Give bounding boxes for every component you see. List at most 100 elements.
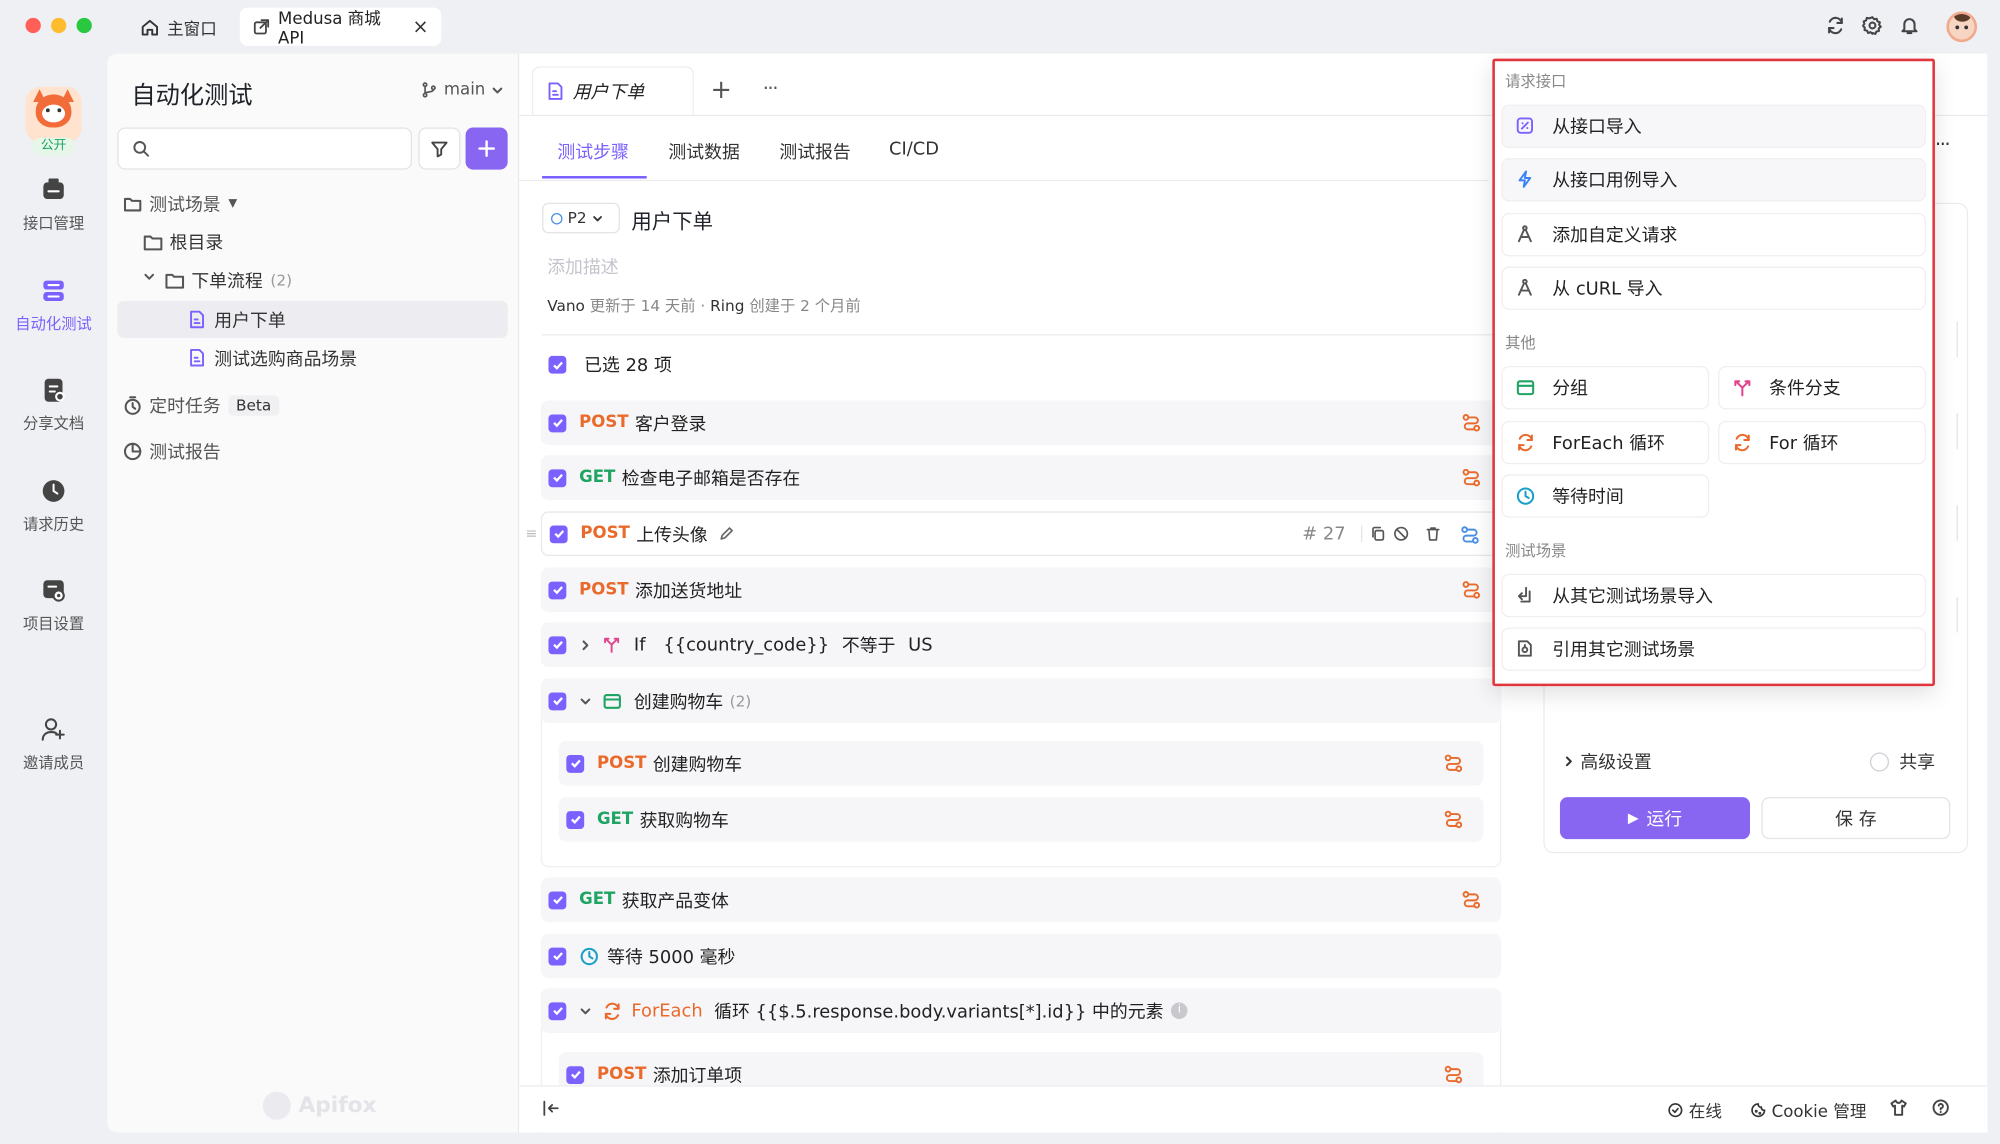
description-input[interactable]: 添加描述: [547, 254, 618, 280]
rail-item-share-doc[interactable]: 分享文档: [0, 376, 107, 433]
menu-foreach-loop[interactable]: ForEach 循环: [1501, 420, 1710, 465]
tree-folder-order-flow[interactable]: 下单流程 (2): [117, 261, 507, 298]
rail-item-api[interactable]: 接口管理: [0, 176, 107, 233]
if-step-row[interactable]: If {{country_code}} 不等于 US: [540, 622, 1502, 668]
checkbox[interactable]: [548, 413, 567, 432]
rail-item-history[interactable]: 请求历史: [0, 477, 107, 534]
route-icon[interactable]: [1444, 754, 1463, 773]
tab-project[interactable]: Medusa 商城 API ×: [239, 7, 442, 48]
menu-custom-request[interactable]: 添加自定义请求: [1501, 212, 1927, 257]
checkbox[interactable]: [548, 635, 567, 654]
step-row[interactable]: GET 获取产品变体: [540, 877, 1502, 923]
collapse-sidebar-icon[interactable]: [542, 1099, 560, 1117]
search-box[interactable]: [117, 127, 412, 170]
step-row[interactable]: GET 获取购物车: [558, 797, 1484, 842]
route-icon[interactable]: [1444, 810, 1463, 829]
route-icon[interactable]: [1462, 468, 1481, 487]
user-avatar[interactable]: [1946, 11, 1978, 43]
close-window-button[interactable]: [25, 17, 41, 34]
project-logo[interactable]: [25, 86, 82, 143]
menu-import-from-case[interactable]: 从接口用例导入: [1501, 158, 1927, 202]
priority-select[interactable]: P2: [542, 202, 620, 234]
select-all-row[interactable]: 已选 28 项: [541, 352, 672, 378]
step-row[interactable]: GET 检查电子邮箱是否存在: [540, 455, 1502, 500]
advanced-settings-toggle[interactable]: 高级设置: [1562, 749, 1652, 775]
menu-import-from-api[interactable]: 从接口导入: [1501, 104, 1927, 148]
cookie-manager[interactable]: Cookie 管理: [1750, 1098, 1866, 1122]
step-row[interactable]: POST 创建购物车: [558, 740, 1484, 786]
minimize-window-button[interactable]: [51, 17, 67, 34]
help-icon[interactable]: [1931, 1098, 1950, 1117]
chevron-down-icon[interactable]: [579, 694, 592, 707]
share-checkbox[interactable]: 共享: [1869, 749, 1935, 775]
new-tab-button[interactable]: +: [710, 74, 731, 105]
checkbox[interactable]: [548, 946, 567, 965]
checkbox[interactable]: [548, 691, 567, 710]
sync-icon[interactable]: [1825, 15, 1845, 35]
route-icon[interactable]: [1462, 580, 1481, 599]
save-button[interactable]: 保 存: [1761, 797, 1951, 840]
rail-item-automation[interactable]: 自动化测试: [0, 277, 107, 334]
case-title[interactable]: 用户下单: [631, 204, 713, 235]
route-icon[interactable]: [1462, 413, 1481, 432]
menu-reference-scene[interactable]: 引用其它测试场景: [1501, 627, 1927, 671]
more-actions-button[interactable]: ···: [1935, 133, 1951, 156]
shirt-icon[interactable]: [1889, 1098, 1908, 1117]
online-status[interactable]: 在线: [1667, 1098, 1722, 1122]
bell-icon[interactable]: [1899, 15, 1919, 35]
checkbox[interactable]: [566, 1065, 585, 1084]
branch-selector[interactable]: main: [421, 80, 505, 99]
subtab-reports[interactable]: 测试报告: [779, 139, 850, 165]
tree-test-reports[interactable]: 测试报告: [117, 432, 507, 469]
subtab-cicd[interactable]: CI/CD: [889, 139, 939, 159]
checkbox[interactable]: [548, 355, 567, 374]
run-button[interactable]: ▶ 运行: [1559, 797, 1750, 840]
tree-item-shopping-scene[interactable]: 测试选购商品场景: [117, 339, 507, 376]
menu-import-curl[interactable]: 从 cURL 导入: [1501, 266, 1927, 310]
tab-user-order[interactable]: 用户下单: [531, 66, 694, 115]
edit-icon[interactable]: [718, 525, 735, 542]
tree-root[interactable]: 根目录: [117, 223, 507, 260]
checkbox[interactable]: [548, 468, 567, 487]
disable-icon[interactable]: [1393, 525, 1410, 542]
menu-for-loop[interactable]: For 循环: [1718, 420, 1927, 465]
route-icon[interactable]: [1462, 890, 1481, 909]
trash-icon[interactable]: [1425, 525, 1442, 542]
menu-condition-branch[interactable]: 条件分支: [1718, 366, 1927, 410]
menu-import-scene[interactable]: 从其它测试场景导入: [1501, 573, 1927, 618]
foreach-step-row[interactable]: ForEach 循环 {{$.5.response.body.variants[…: [540, 988, 1502, 1034]
checkbox[interactable]: [548, 890, 567, 909]
checkbox[interactable]: [549, 524, 568, 543]
rail-item-invite[interactable]: 邀请成员: [0, 715, 107, 772]
checkbox[interactable]: [548, 580, 567, 599]
rail-item-settings[interactable]: 项目设置: [0, 576, 107, 633]
menu-group[interactable]: 分组: [1501, 366, 1710, 410]
route-icon[interactable]: [1444, 1065, 1463, 1084]
copy-icon[interactable]: [1360, 525, 1387, 543]
tree-scheduled-tasks[interactable]: 定时任务 Beta: [117, 386, 507, 423]
add-button[interactable]: [465, 127, 508, 170]
group-step-row[interactable]: 创建购物车 (2): [540, 678, 1502, 724]
tab-home[interactable]: 主窗口: [133, 10, 225, 43]
gear-icon[interactable]: [1862, 15, 1882, 35]
menu-wait-time[interactable]: 等待时间: [1501, 474, 1710, 518]
step-row-hover[interactable]: POST 上传头像 # 27: [540, 511, 1502, 557]
search-input[interactable]: [158, 139, 388, 159]
step-row[interactable]: POST 客户登录: [540, 400, 1502, 446]
tree-scenes[interactable]: 测试场景 ▼: [117, 185, 507, 222]
checkbox[interactable]: [548, 1001, 567, 1020]
filter-button[interactable]: [418, 127, 461, 170]
tabs-more-button[interactable]: ···: [763, 77, 779, 100]
drag-handle[interactable]: ≡: [526, 525, 538, 542]
step-row[interactable]: POST 添加送货地址: [540, 567, 1502, 613]
subtab-steps[interactable]: 测试步骤: [557, 139, 628, 165]
checkbox[interactable]: [566, 754, 585, 773]
tab-close-button[interactable]: ×: [413, 15, 429, 38]
wait-step-row[interactable]: 等待 5000 毫秒: [540, 933, 1502, 979]
maximize-window-button[interactable]: [76, 17, 92, 34]
checkbox[interactable]: [566, 810, 585, 829]
route-icon[interactable]: [1460, 525, 1479, 544]
subtab-data[interactable]: 测试数据: [668, 139, 739, 165]
chevron-right-icon[interactable]: [579, 638, 592, 651]
tree-item-user-order[interactable]: 用户下单: [117, 300, 508, 338]
